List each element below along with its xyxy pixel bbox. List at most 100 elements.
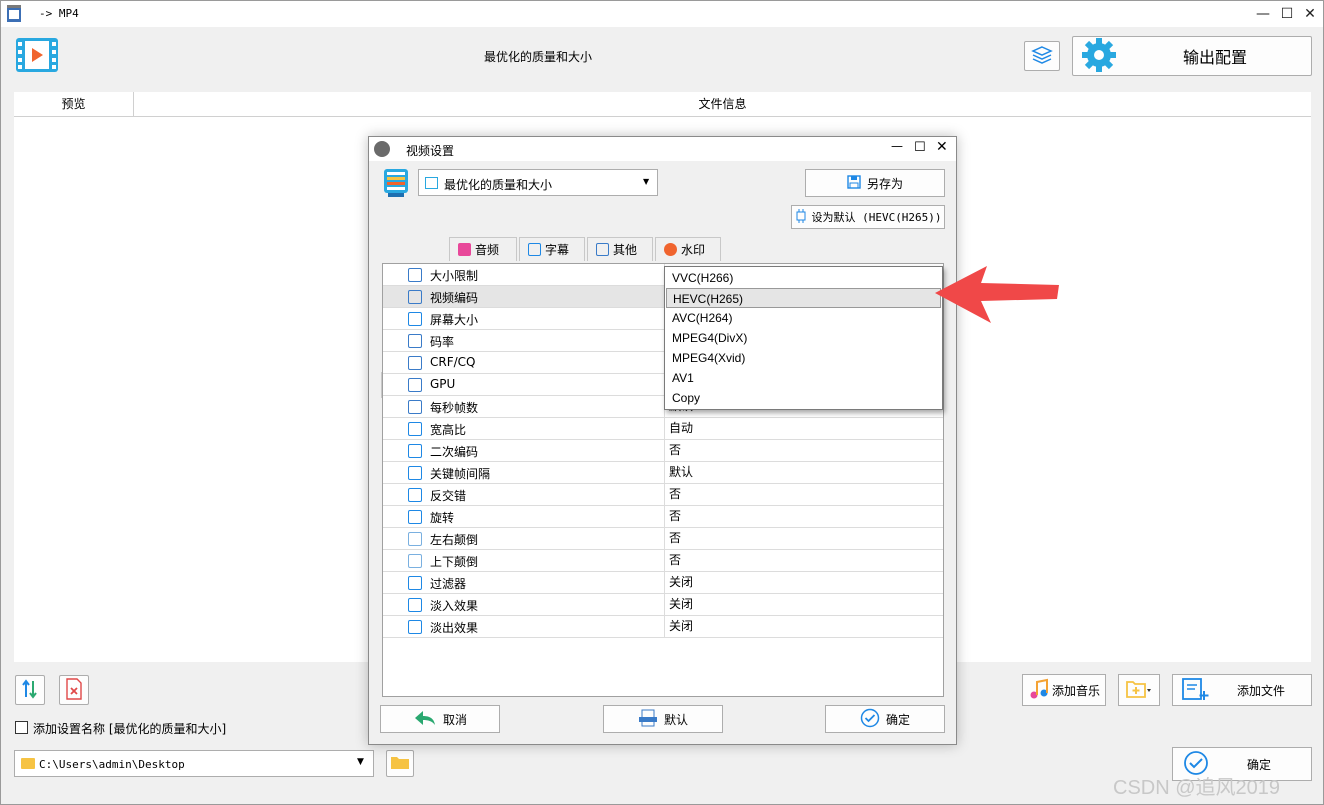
dialog-close-button[interactable]: ✕	[936, 139, 948, 155]
dialog-ok-label: 确定	[885, 712, 910, 727]
col-preview-label: 预览	[61, 97, 86, 111]
layers-button[interactable]	[1024, 41, 1060, 71]
add-music-button[interactable]: 添加音乐	[1022, 674, 1106, 706]
codec-option[interactable]: AV1	[666, 368, 941, 388]
col-fileinfo-label: 文件信息	[698, 97, 747, 111]
add-folder-button[interactable]	[1118, 674, 1160, 706]
folder-small-icon	[21, 758, 35, 769]
output-path-combo[interactable]: C:\Users\admin\Desktop ▼	[14, 750, 374, 777]
chip-icon	[408, 290, 422, 304]
codec-option[interactable]: HEVC(H265)	[666, 288, 941, 308]
save-icon	[847, 174, 861, 192]
property-value[interactable]: 关闭	[664, 616, 943, 637]
codec-option[interactable]: AVC(H264)	[666, 308, 941, 328]
property-value[interactable]: 默认	[664, 462, 943, 483]
flip-h-icon	[408, 532, 422, 546]
cancel-label: 取消	[442, 712, 467, 727]
red-arrow-annotation	[931, 263, 1061, 325]
default-button[interactable]: 默认	[603, 705, 723, 733]
codec-option[interactable]: MPEG4(DivX)	[666, 328, 941, 348]
keyframe-icon	[408, 466, 422, 480]
col-fileinfo-header[interactable]: 文件信息	[134, 92, 1311, 116]
add-folder-icon	[1126, 679, 1152, 702]
two-icon	[408, 444, 422, 458]
main-ok-label: 确定	[1247, 757, 1272, 772]
codec-dropdown[interactable]: VVC(H266) HEVC(H265) AVC(H264) MPEG4(DivX) M…	[664, 266, 943, 410]
property-value[interactable]: 关闭	[664, 594, 943, 615]
sliders-tab-icon	[596, 243, 609, 256]
add-music-label: 添加音乐	[1051, 683, 1100, 698]
property-value[interactable]: 否	[664, 506, 943, 527]
col-preview-header[interactable]: 预览	[14, 92, 134, 116]
sort-button[interactable]	[15, 675, 45, 705]
dialog-app-icon	[374, 141, 390, 157]
dialog-ok-button[interactable]: 确定	[825, 705, 945, 733]
property-row[interactable]: 宽高比 自动	[383, 418, 943, 440]
codec-option[interactable]: VVC(H266)	[666, 268, 941, 288]
add-setting-name-checkbox[interactable]	[15, 721, 28, 734]
tab-subtitle[interactable]: 字幕	[519, 237, 585, 261]
property-row[interactable]: 淡入效果 关闭	[383, 594, 943, 616]
set-default-button[interactable]: 设为默认 (HEVC(H265))	[791, 205, 945, 229]
gpu-icon	[408, 378, 422, 392]
property-row[interactable]: 旋转 否	[383, 506, 943, 528]
monitor-icon	[408, 312, 422, 326]
property-row[interactable]: 二次编码 否	[383, 440, 943, 462]
default-doc-icon	[638, 709, 658, 730]
property-label: 宽高比	[430, 423, 467, 437]
output-config-label: 输出配置	[1183, 48, 1248, 67]
remove-file-icon	[65, 677, 83, 703]
app-icon	[6, 5, 22, 23]
set-default-label: 设为默认 (HEVC(H265))	[811, 211, 942, 224]
save-as-button[interactable]: 另存为	[805, 169, 945, 197]
preset-combo[interactable]: 最优化的质量和大小 ▼	[418, 169, 658, 196]
output-config-button[interactable]: 输出配置	[1072, 36, 1312, 76]
property-row[interactable]: 上下颠倒 否	[383, 550, 943, 572]
property-row[interactable]: 淡出效果 关闭	[383, 616, 943, 638]
property-label: CRF/CQ	[430, 355, 476, 369]
property-label: 视频编码	[430, 291, 479, 305]
property-label: 过滤器	[430, 577, 467, 591]
tab-audio[interactable]: 音频	[449, 237, 517, 261]
add-file-button[interactable]: 添加文件	[1172, 674, 1312, 706]
tab-watermark[interactable]: 水印	[655, 237, 721, 261]
property-row[interactable]: 关键帧间隔 默认	[383, 462, 943, 484]
window-title: -> MP4	[39, 7, 79, 20]
preset-name-text: 最优化的质量和大小	[484, 50, 593, 64]
property-value[interactable]: 自动	[664, 418, 943, 439]
cancel-button[interactable]: 取消	[380, 705, 500, 733]
maximize-button[interactable]: ☐	[1276, 3, 1298, 25]
property-value[interactable]: 否	[664, 440, 943, 461]
minimize-button[interactable]: —	[1252, 3, 1274, 25]
property-row[interactable]: 左右颠倒 否	[383, 528, 943, 550]
add-file-label: 添加文件	[1237, 683, 1286, 698]
tab-other[interactable]: 其他	[587, 237, 653, 261]
dialog-maximize-button[interactable]: ☐	[914, 140, 926, 155]
property-value[interactable]: 关闭	[664, 572, 943, 593]
video-format-icon	[15, 37, 59, 73]
property-row[interactable]: 过滤器 关闭	[383, 572, 943, 594]
wave-icon	[408, 334, 422, 348]
close-button[interactable]: ✕	[1299, 3, 1321, 25]
filter-icon	[408, 576, 422, 590]
property-value[interactable]: 否	[664, 484, 943, 505]
property-value[interactable]: 否	[664, 528, 943, 549]
atom-icon	[408, 356, 422, 370]
dialog-title: 视频设置	[406, 144, 455, 158]
codec-option[interactable]: Copy	[666, 388, 941, 408]
check-circle-icon	[860, 708, 880, 731]
back-arrow-icon	[413, 709, 437, 730]
remove-file-button[interactable]	[59, 675, 89, 705]
property-label: 大小限制	[430, 269, 479, 283]
dialog-minimize-button[interactable]: —	[891, 139, 903, 153]
property-label: 屏幕大小	[430, 313, 479, 327]
property-value[interactable]: 否	[664, 550, 943, 571]
browse-folder-button[interactable]	[386, 750, 414, 777]
csdn-watermark: CSDN @追风2019	[1113, 777, 1281, 799]
property-row[interactable]: 反交错 否	[383, 484, 943, 506]
codec-option[interactable]: MPEG4(Xvid)	[666, 348, 941, 368]
fade-out-icon	[408, 620, 422, 634]
fade-in-icon	[408, 598, 422, 612]
title-bar: -> MP4 — ☐ ✕	[1, 1, 1323, 27]
add-setting-name-label: 添加设置名称 [最优化的质量和大小]	[33, 722, 227, 736]
